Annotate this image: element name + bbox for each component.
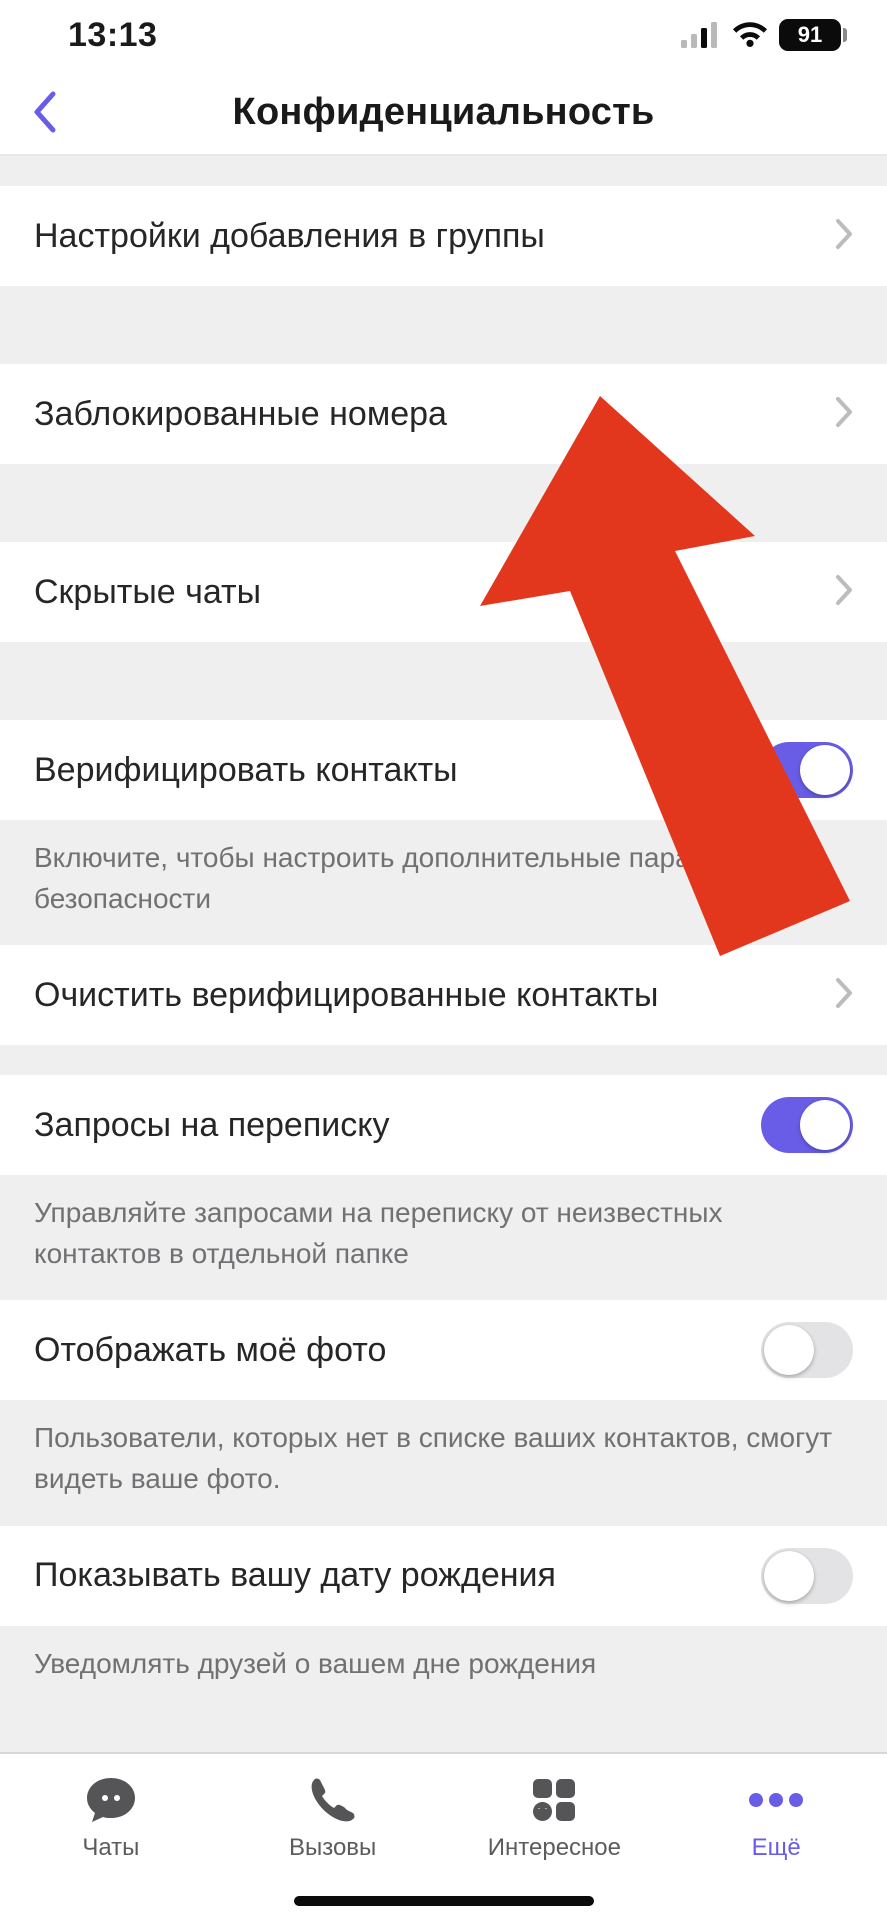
row-show-photo: Отображать моё фото — [0, 1300, 887, 1400]
toggle-verify-contacts[interactable] — [761, 742, 853, 798]
home-indicator — [294, 1896, 594, 1906]
wifi-icon — [731, 21, 769, 49]
row-label: Отображать моё фото — [34, 1331, 386, 1370]
row-label: Настройки добавления в группы — [34, 217, 545, 256]
tab-bar: Чаты Вызовы Интересное Ещё — [0, 1752, 887, 1920]
battery-percent: 91 — [798, 22, 822, 48]
chevron-right-icon — [835, 396, 853, 433]
toggle-show-photo[interactable] — [761, 1322, 853, 1378]
row-desc-show-photo: Пользователи, которых нет в списке ваших… — [0, 1400, 887, 1525]
page-title: Конфиденциальность — [233, 91, 655, 134]
chevron-right-icon — [835, 218, 853, 255]
tab-label: Вызовы — [289, 1834, 376, 1862]
row-show-birthday: Показывать вашу дату рождения — [0, 1526, 887, 1626]
section-gap — [0, 156, 887, 186]
content: Настройки добавления в группы Заблокиров… — [0, 156, 887, 1696]
more-icon — [744, 1772, 808, 1828]
phone-icon — [308, 1772, 358, 1828]
row-label: Скрытые чаты — [34, 573, 261, 612]
tab-label: Интересное — [488, 1834, 621, 1862]
row-label: Показывать вашу дату рождения — [34, 1556, 556, 1595]
tab-label: Ещё — [752, 1834, 801, 1862]
section-gap — [0, 286, 887, 364]
section-gap — [0, 1045, 887, 1075]
battery-icon: 91 — [779, 19, 847, 51]
explore-icon — [529, 1772, 579, 1828]
toggle-show-birthday[interactable] — [761, 1548, 853, 1604]
tab-chats[interactable]: Чаты — [0, 1772, 222, 1920]
row-clear-verified[interactable]: Очистить верифицированные контакты — [0, 945, 887, 1045]
row-desc-show-birthday: Уведомлять друзей о вашем дне рождения — [0, 1626, 887, 1697]
row-blocked-numbers[interactable]: Заблокированные номера — [0, 364, 887, 464]
row-label: Заблокированные номера — [34, 395, 447, 434]
chevron-right-icon — [835, 574, 853, 611]
status-right: 91 — [681, 19, 847, 51]
row-label: Запросы на переписку — [34, 1106, 390, 1145]
row-label: Очистить верифицированные контакты — [34, 976, 658, 1015]
row-label: Верифицировать контакты — [34, 751, 458, 790]
toggle-message-requests[interactable] — [761, 1097, 853, 1153]
row-verify-contacts: Верифицировать контакты — [0, 720, 887, 820]
section-gap — [0, 642, 887, 720]
cellular-icon — [681, 22, 721, 48]
chat-icon — [83, 1772, 139, 1828]
back-button[interactable] — [14, 82, 74, 142]
status-time: 13:13 — [68, 16, 157, 55]
row-message-requests: Запросы на переписку — [0, 1075, 887, 1175]
tab-more[interactable]: Ещё — [665, 1772, 887, 1920]
row-hidden-chats[interactable]: Скрытые чаты — [0, 542, 887, 642]
nav-bar: Конфиденциальность — [0, 70, 887, 156]
row-desc-verify-contacts: Включите, чтобы настроить дополнительные… — [0, 820, 887, 945]
row-desc-message-requests: Управляйте запросами на переписку от неи… — [0, 1175, 887, 1300]
chevron-left-icon — [31, 90, 57, 134]
tab-label: Чаты — [82, 1834, 139, 1862]
section-gap — [0, 464, 887, 542]
row-group-add-settings[interactable]: Настройки добавления в группы — [0, 186, 887, 286]
chevron-right-icon — [835, 977, 853, 1014]
status-bar: 13:13 91 — [0, 0, 887, 70]
